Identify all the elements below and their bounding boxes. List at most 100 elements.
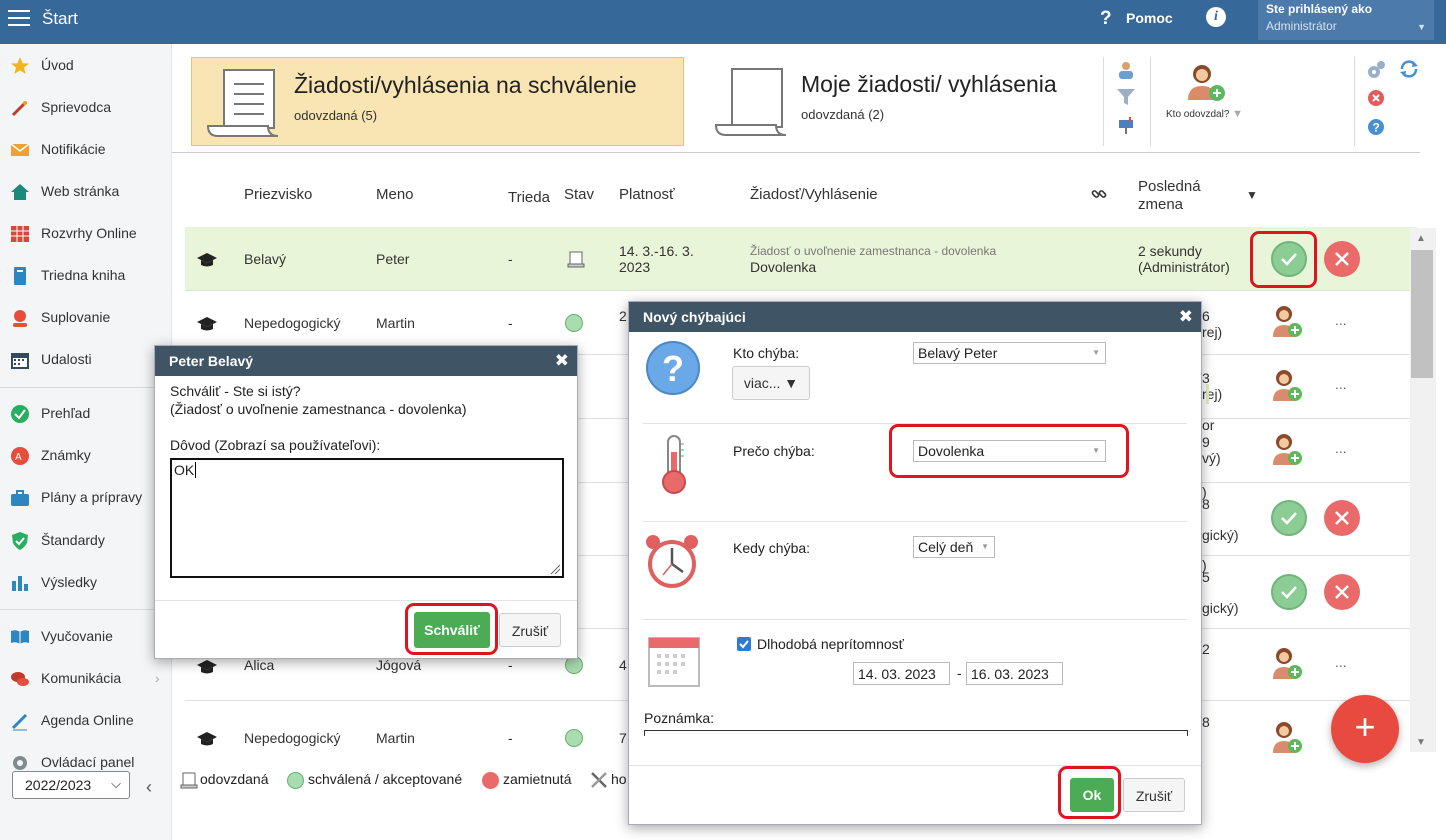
sidebar-item-uvod[interactable]: Úvod bbox=[0, 48, 172, 84]
briefcase-icon bbox=[11, 490, 29, 506]
long-term-checkbox[interactable] bbox=[737, 637, 751, 651]
user-menu[interactable]: Ste prihlásený ako Administrátor ▼ bbox=[1258, 0, 1434, 40]
reject-button[interactable] bbox=[1324, 500, 1360, 536]
wand-icon bbox=[11, 101, 27, 117]
tab-my-requests[interactable]: Moje žiadosti/ vyhlásenia odovzdaná (2) bbox=[696, 57, 1101, 146]
more-options[interactable]: ... bbox=[1335, 312, 1347, 328]
cell-class: - bbox=[508, 315, 513, 331]
cell-name: Jógová bbox=[376, 657, 422, 673]
sidebar-item-web-stranka[interactable]: Web stránka bbox=[0, 174, 172, 210]
sidebar-item-triedna-kniha[interactable]: Triedna kniha bbox=[0, 258, 172, 294]
sidebar-item-label: Plány a prípravy bbox=[41, 489, 143, 505]
resize-handle-icon[interactable] bbox=[549, 563, 561, 575]
refresh-icon[interactable] bbox=[1398, 59, 1420, 79]
cell-last-change-user: rej) bbox=[1202, 324, 1223, 340]
more-options[interactable]: ... bbox=[1335, 440, 1347, 456]
column-header-last-change[interactable]: Posledná zmena bbox=[1138, 178, 1201, 214]
app-title[interactable]: Štart bbox=[42, 9, 78, 29]
more-button[interactable]: viac... ▼ bbox=[732, 366, 810, 400]
scroll-down-arrow[interactable]: ▼ bbox=[1416, 737, 1426, 748]
sidebar-item-notifikacie[interactable]: Notifikácie bbox=[0, 132, 172, 168]
scroll-up-arrow[interactable]: ▲ bbox=[1416, 233, 1426, 244]
approved-legend-icon bbox=[287, 772, 304, 789]
add-fab-button[interactable]: + bbox=[1331, 695, 1399, 763]
close-circle-icon[interactable] bbox=[1367, 89, 1385, 107]
sidebar-item-label: Agenda Online bbox=[41, 712, 134, 728]
sidebar-item-udalosti[interactable]: Udalosti bbox=[0, 342, 172, 378]
filter-icon[interactable] bbox=[1116, 88, 1136, 106]
column-header-class[interactable]: Trieda bbox=[508, 189, 550, 206]
table-row[interactable]: Belavý Peter - 14. 3.-16. 3. 2023 Žiados… bbox=[185, 227, 1417, 291]
gear-icon bbox=[13, 756, 27, 770]
hamburger-menu-icon[interactable] bbox=[8, 10, 30, 28]
scrollbar-thumb[interactable] bbox=[1411, 250, 1433, 378]
cancel-button[interactable]: Zrušiť bbox=[1123, 778, 1185, 812]
tab-requests-to-approve[interactable]: Žiadosti/vyhlásenia na schválenie odovzd… bbox=[191, 57, 684, 146]
approve-button[interactable] bbox=[1271, 500, 1307, 536]
collapse-sidebar-icon[interactable]: ‹ bbox=[146, 777, 152, 798]
cell-last-change-user: gický) bbox=[1202, 527, 1239, 543]
more-options[interactable]: ... bbox=[1335, 376, 1347, 392]
sidebar-item-standardy[interactable]: Štandardy bbox=[0, 523, 172, 559]
person-add-icon[interactable] bbox=[1271, 646, 1303, 680]
close-icon[interactable]: ✖ bbox=[1179, 307, 1193, 327]
who-label: Kto chýba: bbox=[733, 345, 800, 361]
link-icon[interactable] bbox=[1091, 186, 1107, 202]
approve-button[interactable] bbox=[1271, 574, 1307, 610]
who-submitted-filter[interactable]: Kto odovzdal? ▼ bbox=[1166, 108, 1243, 120]
settings-gears-icon[interactable] bbox=[1366, 60, 1386, 80]
person-add-icon[interactable] bbox=[1271, 720, 1303, 754]
column-header-name[interactable]: Meno bbox=[376, 186, 414, 203]
caret-down-icon: ▼ bbox=[1417, 22, 1426, 32]
column-header-request[interactable]: Žiadosť/Vyhlásenie bbox=[750, 186, 878, 203]
help-icon[interactable]: ? bbox=[1100, 8, 1112, 30]
star-icon bbox=[11, 57, 29, 74]
sidebar-item-suplovanie[interactable]: Suplovanie bbox=[0, 300, 172, 336]
people-filter-icon[interactable] bbox=[1116, 60, 1136, 80]
column-header-validity[interactable]: Platnosť bbox=[619, 186, 675, 203]
sidebar-item-rozvrhy-online[interactable]: Rozvrhy Online bbox=[0, 216, 172, 252]
info-icon[interactable]: i bbox=[1206, 7, 1226, 27]
reject-button[interactable] bbox=[1324, 574, 1360, 610]
legend-submitted: odovzdaná bbox=[200, 771, 269, 787]
sidebar-item-plany[interactable]: Plány a prípravy bbox=[0, 480, 172, 516]
sidebar-item-sprievodca[interactable]: Sprievodca bbox=[0, 90, 172, 126]
sort-desc-icon[interactable]: ▼ bbox=[1246, 188, 1258, 202]
cell-validity-line1: 4 bbox=[619, 657, 627, 673]
cancel-button[interactable]: Zrušiť bbox=[499, 613, 561, 647]
graduation-cap-icon bbox=[197, 732, 217, 746]
person-add-icon[interactable] bbox=[1271, 304, 1303, 338]
who-submitted-label: Kto odovzdal? bbox=[1166, 109, 1230, 120]
cell-last-change-user: gický) bbox=[1202, 600, 1239, 616]
when-select[interactable]: Celý deň ▼ bbox=[913, 536, 995, 558]
note-textarea[interactable] bbox=[644, 730, 1188, 736]
reject-button[interactable] bbox=[1324, 241, 1360, 277]
cell-last-change-time: 8 bbox=[1202, 496, 1210, 512]
svg-text:A: A bbox=[15, 452, 22, 463]
help-link[interactable]: Pomoc bbox=[1126, 10, 1173, 26]
sidebar-item-znamky[interactable]: A Známky bbox=[0, 438, 172, 474]
close-icon[interactable]: ✖ bbox=[555, 351, 569, 371]
cell-last-change-time: 2 bbox=[1202, 641, 1210, 657]
help-circle-icon[interactable]: ? bbox=[1367, 118, 1385, 136]
column-header-status[interactable]: Stav bbox=[564, 186, 594, 203]
person-add-icon[interactable] bbox=[1271, 368, 1303, 402]
reason-textarea[interactable]: OK bbox=[170, 458, 564, 578]
sidebar-item-vyucovanie[interactable]: Vyučovanie bbox=[0, 619, 172, 655]
sidebar-item-prehlad[interactable]: Prehľad bbox=[0, 396, 172, 432]
sidebar-item-agenda-online[interactable]: Agenda Online bbox=[0, 703, 172, 739]
sidebar-item-vysledky[interactable]: Výsledky bbox=[0, 565, 172, 601]
date-from-input[interactable]: 14. 03. 2023 bbox=[853, 662, 950, 685]
who-select[interactable]: Belavý Peter ▼ bbox=[913, 342, 1106, 364]
more-options[interactable]: ... bbox=[1335, 654, 1347, 670]
school-year-select[interactable]: 2022/2023 ⌵ bbox=[12, 771, 130, 799]
sidebar-item-komunikacia[interactable]: Komunikácia › bbox=[0, 661, 172, 697]
mailbox-icon[interactable] bbox=[1116, 116, 1136, 134]
chat-icon bbox=[11, 672, 29, 686]
column-header-surname[interactable]: Priezvisko bbox=[244, 186, 312, 203]
date-to-input[interactable]: 16. 03. 2023 bbox=[966, 662, 1063, 685]
sidebar-item-label: Triedna kniha bbox=[41, 267, 126, 283]
person-add-icon[interactable] bbox=[1271, 432, 1303, 466]
cell-class: - bbox=[508, 251, 513, 267]
person-add-icon[interactable] bbox=[1184, 62, 1228, 102]
